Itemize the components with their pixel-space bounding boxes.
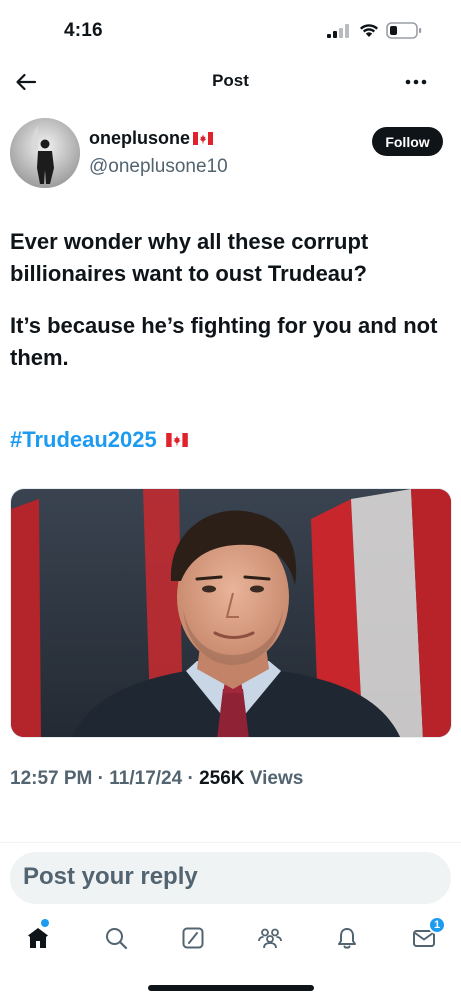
canada-flag-icon [165, 433, 188, 447]
tweet-text: Ever wonder why all these corrupt billio… [10, 226, 455, 374]
tweet-meta: 12:57 PM · 11/17/24 · 256K Views [10, 768, 303, 790]
nav-search-button[interactable] [96, 918, 136, 958]
meta-separator: · [182, 768, 200, 789]
display-name[interactable]: oneplusone [89, 128, 190, 149]
search-icon [106, 928, 128, 950]
nav-header: Post [0, 60, 461, 104]
hashtag-link[interactable]: #Trudeau2025 [10, 427, 157, 453]
nav-messages-button[interactable]: 1 [404, 916, 446, 958]
photo-image [11, 489, 451, 737]
status-bar: 4:16 [0, 0, 461, 60]
divider [0, 842, 461, 843]
canada-flag-icon [193, 132, 214, 145]
communities-icon [258, 928, 282, 949]
home-indicator [148, 985, 314, 991]
hashtag-row: #Trudeau2025 [10, 427, 188, 453]
battery-icon [386, 22, 422, 39]
home-notification-dot [41, 919, 49, 927]
meta-separator: · [92, 768, 110, 789]
views-label[interactable]: Views [250, 768, 304, 789]
nav-notifications-button[interactable] [327, 918, 367, 958]
post-time: 12:57 PM [10, 768, 93, 789]
bell-icon [338, 928, 356, 949]
reply-placeholder: Post your reply [23, 863, 198, 890]
avatar-image [10, 118, 80, 188]
more-dots-icon [405, 79, 427, 85]
avatar[interactable] [10, 118, 80, 188]
follow-button[interactable]: Follow [372, 127, 443, 156]
display-name-row: oneplusone [89, 128, 214, 149]
cellular-signal-icon [327, 24, 349, 38]
messages-badge: 1 [428, 916, 446, 934]
nav-grok-button[interactable] [173, 918, 213, 958]
status-time: 4:16 [64, 20, 103, 41]
wifi-icon [360, 24, 378, 37]
page-title: Post [212, 71, 249, 90]
nav-communities-button[interactable] [250, 918, 290, 958]
tweet-paragraph: It’s because he’s fighting for you and n… [10, 313, 438, 370]
reply-input[interactable]: Post your reply [10, 852, 451, 904]
tweet-paragraph: Ever wonder why all these corrupt billio… [10, 229, 369, 286]
more-options-button[interactable] [400, 66, 432, 98]
bottom-nav: 1 [0, 916, 461, 958]
author-row: oneplusone @oneplusone10 Follow [0, 118, 461, 190]
grok-icon [182, 927, 204, 949]
user-handle[interactable]: @oneplusone10 [89, 156, 228, 178]
home-icon [28, 928, 48, 948]
tweet-photo[interactable] [10, 488, 452, 738]
post-date: 11/17/24 [109, 768, 183, 789]
nav-home-button[interactable] [18, 918, 58, 958]
views-count[interactable]: 256K [199, 768, 244, 789]
